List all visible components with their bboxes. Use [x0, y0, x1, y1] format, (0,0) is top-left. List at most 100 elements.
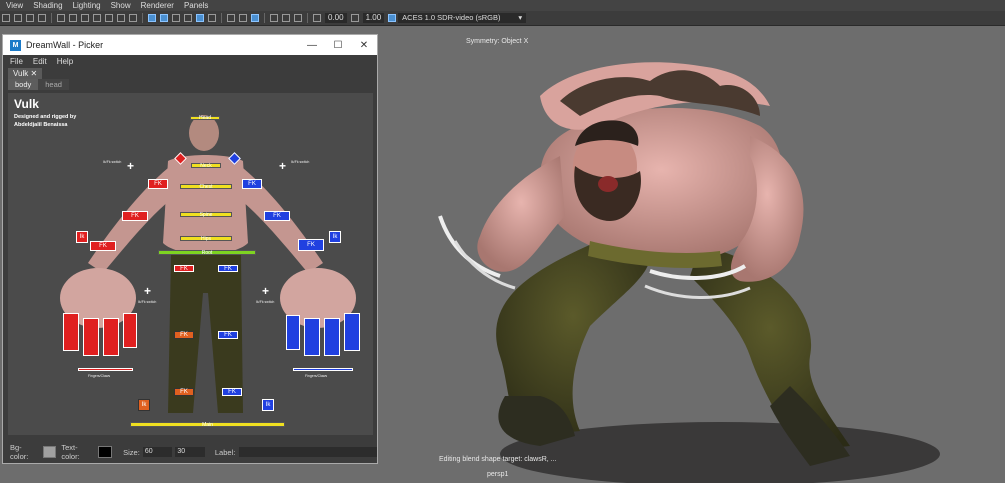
ikfk-switch-leg-l-label: Ik/Fk switch: [138, 300, 157, 304]
antialiasing-icon[interactable]: [251, 14, 259, 22]
root-control[interactable]: Root: [158, 250, 256, 256]
safe-action-icon[interactable]: [117, 14, 125, 22]
lights-icon[interactable]: [196, 14, 204, 22]
head-control[interactable]: Head: [190, 115, 220, 121]
picker-title-bar[interactable]: M DreamWall - Picker — ☐ ✕: [3, 35, 377, 55]
finger-controls-l-2[interactable]: [83, 318, 99, 356]
fk-elbow-l[interactable]: FK: [122, 211, 148, 221]
ik-leg-r[interactable]: Ik: [262, 399, 274, 411]
color-management-icon[interactable]: [388, 14, 397, 22]
film-gate-icon[interactable]: [69, 14, 77, 22]
textured-icon[interactable]: [184, 14, 192, 22]
label-field[interactable]: [239, 447, 377, 457]
fk-shoulder-l[interactable]: FK: [148, 179, 168, 189]
finger-controls-r-3[interactable]: [324, 318, 340, 356]
select-camera-icon[interactable]: [2, 14, 10, 22]
maya-panel-menu: View Shading Lighting Show Renderer Pane…: [0, 0, 1005, 11]
fingers-l-bar[interactable]: [78, 368, 133, 371]
fk-ankle-r[interactable]: FK: [222, 388, 242, 396]
gamma-icon[interactable]: [350, 14, 359, 22]
menu-edit[interactable]: Edit: [33, 57, 47, 66]
resolution-gate-icon[interactable]: [81, 14, 89, 22]
tab-vulk[interactable]: Vulk ✕: [8, 67, 43, 79]
smooth-shade-icon[interactable]: [160, 14, 168, 22]
ik-leg-l[interactable]: Ik: [138, 399, 150, 411]
camera-label: persp1: [487, 471, 509, 478]
finger-controls-r-2[interactable]: [304, 318, 320, 356]
menu-lighting[interactable]: Lighting: [73, 1, 101, 10]
fk-wrist-r[interactable]: FK: [298, 239, 324, 251]
maximize-icon[interactable]: ☐: [325, 40, 351, 51]
field-chart-icon[interactable]: [105, 14, 113, 22]
ikfk-switch-arm-r-icon[interactable]: +: [279, 160, 286, 172]
menu-show[interactable]: Show: [111, 1, 131, 10]
subtab-head[interactable]: head: [38, 79, 69, 90]
xray-icon[interactable]: [282, 14, 290, 22]
picker-subtabs: body head: [8, 79, 377, 90]
xray-joints-icon[interactable]: [294, 14, 302, 22]
menu-file[interactable]: File: [10, 57, 23, 66]
picker-title: DreamWall - Picker: [26, 40, 104, 50]
ik-arm-l[interactable]: Ik: [76, 231, 88, 243]
ambient-occlusion-icon[interactable]: [227, 14, 235, 22]
neck-control[interactable]: Neck: [191, 163, 221, 169]
picker-tabs: Vulk ✕: [3, 67, 377, 79]
ikfk-switch-leg-r-icon[interactable]: +: [262, 285, 269, 297]
menu-view[interactable]: View: [6, 1, 23, 10]
wireframe-on-shaded-icon[interactable]: [172, 14, 180, 22]
image-plane-icon[interactable]: [38, 14, 46, 22]
menu-renderer[interactable]: Renderer: [141, 1, 174, 10]
fk-shoulder-r[interactable]: FK: [242, 179, 262, 189]
view-transform-select[interactable]: ACES 1.0 SDR-video (sRGB) ▾: [398, 13, 527, 23]
chest-control[interactable]: Chest: [180, 184, 232, 190]
text-color-swatch[interactable]: [98, 446, 113, 458]
menu-help[interactable]: Help: [57, 57, 73, 66]
bg-color-swatch[interactable]: [42, 446, 57, 458]
close-icon[interactable]: ✕: [351, 40, 377, 51]
finger-controls-l-3[interactable]: [103, 318, 119, 356]
ikfk-switch-arm-l-label: Ik/Fk switch: [103, 160, 122, 164]
fk-elbow-r[interactable]: FK: [264, 211, 290, 221]
spine-control[interactable]: Spine: [180, 212, 232, 218]
safe-title-icon[interactable]: [129, 14, 137, 22]
picker-canvas[interactable]: Vulk Designed and rigged by Abdeldjalil …: [8, 93, 373, 435]
size-width-field[interactable]: 60: [142, 447, 173, 457]
finger-controls-l-1[interactable]: [63, 313, 79, 351]
shadows-icon[interactable]: [208, 14, 216, 22]
label-label: Label:: [214, 447, 236, 457]
grid-icon[interactable]: [57, 14, 65, 22]
finger-controls-r-1[interactable]: [286, 315, 300, 350]
fk-ankle-l[interactable]: FK: [174, 388, 194, 396]
fk-hip-l[interactable]: FK: [174, 265, 194, 272]
ik-arm-r[interactable]: Ik: [329, 231, 341, 243]
main-control[interactable]: Main: [130, 422, 285, 428]
lock-camera-icon[interactable]: [14, 14, 22, 22]
toolbar-divider: [307, 13, 308, 23]
finger-controls-l-4[interactable]: [123, 313, 137, 348]
exposure-field[interactable]: 0.00: [325, 13, 347, 23]
exposure-icon[interactable]: [313, 14, 321, 22]
tab-close-icon[interactable]: ✕: [31, 69, 38, 78]
motion-blur-icon[interactable]: [239, 14, 247, 22]
size-height-field[interactable]: 30: [175, 447, 205, 457]
fingers-r-bar[interactable]: [293, 368, 353, 371]
fk-knee-r[interactable]: FK: [218, 331, 238, 339]
isolate-select-icon[interactable]: [270, 14, 278, 22]
bookmark-icon[interactable]: [26, 14, 34, 22]
hips-control[interactable]: Hips: [180, 236, 232, 242]
gate-mask-icon[interactable]: [93, 14, 101, 22]
ikfk-switch-leg-l-icon[interactable]: +: [144, 285, 151, 297]
gamma-field[interactable]: 1.00: [362, 13, 385, 23]
fk-hip-r[interactable]: FK: [218, 265, 238, 272]
wireframe-icon[interactable]: [148, 14, 156, 22]
minimize-icon[interactable]: —: [299, 40, 325, 51]
ikfk-switch-arm-r-label: Ik/Fk switch: [291, 160, 310, 164]
ikfk-switch-leg-r-label: Ik/Fk switch: [256, 300, 275, 304]
ikfk-switch-arm-l-icon[interactable]: +: [127, 160, 134, 172]
finger-controls-r-4[interactable]: [344, 313, 360, 351]
subtab-body[interactable]: body: [8, 79, 39, 90]
menu-shading[interactable]: Shading: [33, 1, 62, 10]
menu-panels[interactable]: Panels: [184, 1, 208, 10]
fk-knee-l[interactable]: FK: [174, 331, 194, 339]
fk-wrist-l[interactable]: FK: [90, 241, 116, 251]
